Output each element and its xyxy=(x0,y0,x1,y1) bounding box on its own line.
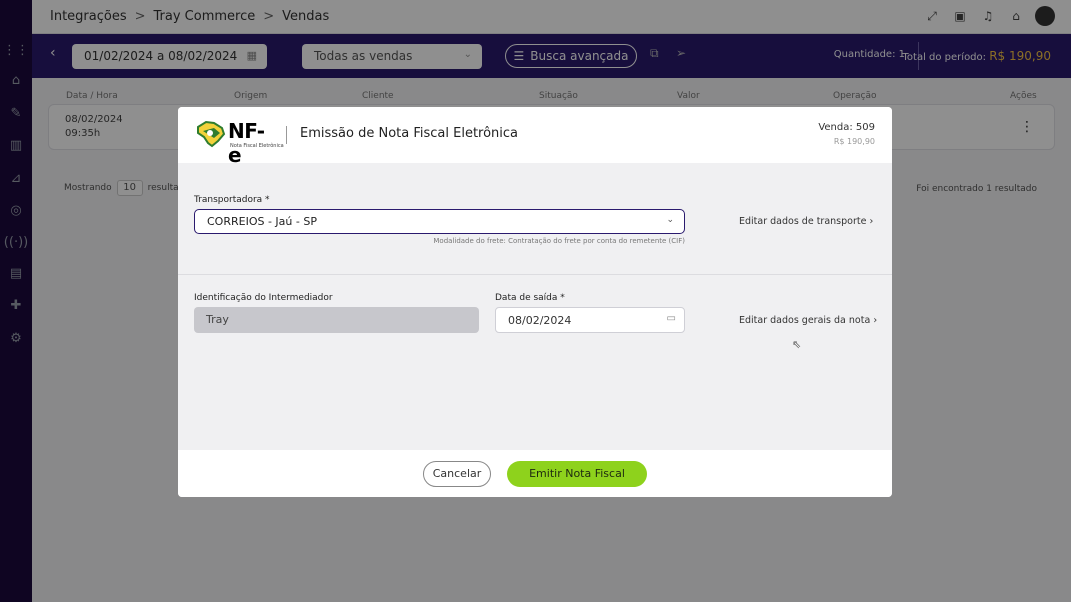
intermediador-label: Identificação do Intermediador xyxy=(194,293,333,303)
transportadora-select[interactable]: CORREIOS - Jaú - SP ⌄ xyxy=(194,209,685,234)
dialog-body: Transportadora * CORREIOS - Jaú - SP ⌄ M… xyxy=(178,163,892,450)
nfe-emission-dialog: NF-e Nota Fiscal Eletrônica Emissão de N… xyxy=(178,107,892,497)
intermediador-field: Tray xyxy=(194,307,479,333)
edit-transport-link[interactable]: Editar dados de transporte › xyxy=(739,216,873,227)
data-saida-value: 08/02/2024 xyxy=(508,314,572,327)
calendar-icon[interactable]: ▭ xyxy=(667,313,676,324)
dialog-title: Emissão de Nota Fiscal Eletrônica xyxy=(300,126,519,141)
nfe-logo: NF-e Nota Fiscal Eletrônica xyxy=(194,119,284,167)
chevron-right-icon: › xyxy=(869,216,874,227)
dialog-header: NF-e Nota Fiscal Eletrônica Emissão de N… xyxy=(178,107,892,167)
sale-number: Venda: 509 xyxy=(818,122,875,133)
freight-modality-hint: Modalidade do frete: Contratação do fret… xyxy=(433,237,685,245)
edit-general-link[interactable]: Editar dados gerais da nota › xyxy=(739,315,877,326)
mouse-pointer-icon: ⇖ xyxy=(792,338,802,351)
edit-transport-label: Editar dados de transporte xyxy=(739,216,867,227)
chevron-down-icon: ⌄ xyxy=(666,215,674,225)
header-divider xyxy=(286,126,287,144)
dialog-footer: Cancelar Emitir Nota Fiscal xyxy=(178,450,892,497)
data-saida-label: Data de saída * xyxy=(495,293,565,303)
nfe-logo-subtitle: Nota Fiscal Eletrônica xyxy=(230,143,284,149)
transportadora-label: Transportadora * xyxy=(194,195,270,205)
data-saida-field[interactable]: 08/02/2024 ▭ xyxy=(495,307,685,333)
sale-value: R$ 190,90 xyxy=(833,137,875,146)
edit-general-label: Editar dados gerais da nota xyxy=(739,315,871,326)
emit-invoice-button[interactable]: Emitir Nota Fiscal xyxy=(507,461,647,487)
chevron-right-icon: › xyxy=(873,315,878,326)
section-divider xyxy=(178,274,892,275)
brazil-map-icon xyxy=(197,120,226,148)
transportadora-value: CORREIOS - Jaú - SP xyxy=(207,215,317,228)
cancel-button[interactable]: Cancelar xyxy=(423,461,491,487)
